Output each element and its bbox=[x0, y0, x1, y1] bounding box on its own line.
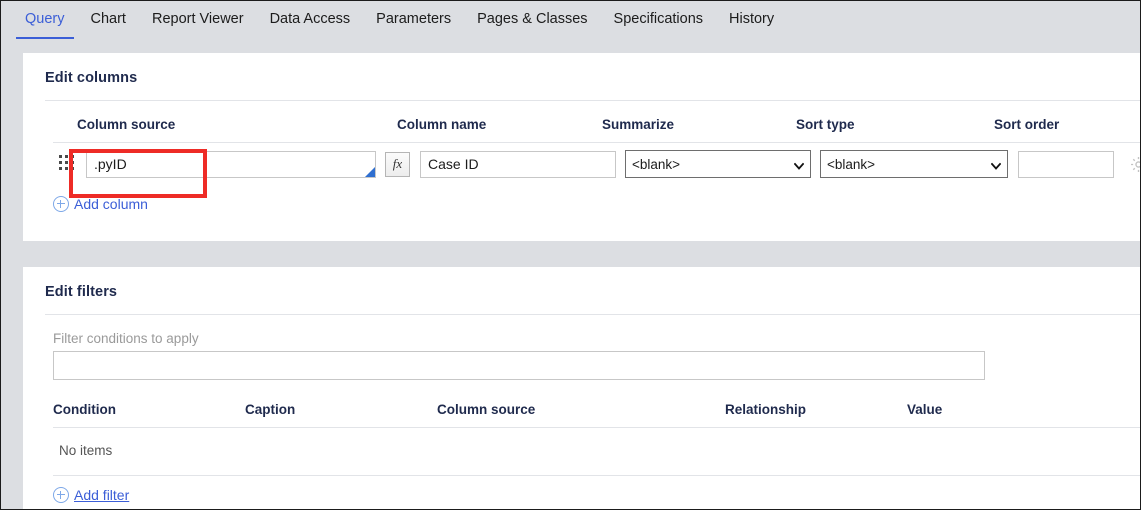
add-filter-button[interactable]: Add filter bbox=[53, 487, 129, 503]
summarize-select[interactable]: <blank> bbox=[625, 150, 811, 178]
tab-history[interactable]: History bbox=[716, 1, 787, 39]
header-column-name: Column name bbox=[397, 117, 487, 132]
column-source-field-wrapper bbox=[86, 150, 376, 178]
header-filter-column-source: Column source bbox=[437, 402, 536, 417]
sort-order-input[interactable] bbox=[1018, 150, 1114, 178]
column-row: fx <blank> <blank> bbox=[23, 143, 1140, 185]
filter-conditions-label: Filter conditions to apply bbox=[53, 331, 199, 346]
edit-columns-title: Edit columns bbox=[45, 70, 138, 86]
header-relationship: Relationship bbox=[725, 402, 807, 417]
header-sort-order: Sort order bbox=[994, 117, 1060, 132]
header-column-source: Column source bbox=[77, 117, 176, 132]
tab-history-label: History bbox=[729, 11, 775, 27]
drag-dots-icon[interactable] bbox=[59, 155, 77, 173]
header-condition: Condition bbox=[53, 402, 116, 417]
application-window: Query Chart Report Viewer Data Access Pa… bbox=[0, 0, 1141, 510]
edit-columns-title-divider bbox=[45, 100, 1140, 101]
tab-chart-label: Chart bbox=[90, 11, 126, 27]
circle-plus-icon bbox=[53, 196, 69, 212]
tab-query-label: Query bbox=[25, 11, 65, 27]
tab-query[interactable]: Query bbox=[12, 1, 78, 39]
filter-conditions-input[interactable] bbox=[53, 351, 985, 380]
tab-report-viewer-label: Report Viewer bbox=[151, 11, 244, 27]
fx-button-label: fx bbox=[392, 156, 403, 171]
header-value: Value bbox=[907, 402, 943, 417]
summarize-select-wrapper: <blank> bbox=[625, 150, 811, 178]
circle-plus-icon bbox=[53, 487, 69, 503]
header-caption: Caption bbox=[245, 402, 296, 417]
column-name-input[interactable] bbox=[420, 150, 616, 178]
edit-columns-panel: Edit columns Column source Column name S… bbox=[23, 53, 1140, 241]
tab-specifications[interactable]: Specifications bbox=[601, 1, 716, 39]
column-source-input[interactable] bbox=[86, 150, 376, 178]
add-column-label: Add column bbox=[74, 196, 148, 212]
sort-type-select[interactable]: <blank> bbox=[820, 150, 1008, 178]
edit-columns-header-row: Column source Column name Summarize Sort… bbox=[23, 117, 1140, 132]
edit-filters-panel: Edit filters Filter conditions to apply … bbox=[23, 267, 1140, 509]
filters-empty-message: No items bbox=[59, 443, 113, 458]
tab-pages-and-classes-label: Pages & Classes bbox=[477, 11, 588, 27]
tab-data-access-label: Data Access bbox=[269, 11, 351, 27]
gear-icon[interactable] bbox=[1126, 152, 1140, 176]
formula-fx-button[interactable]: fx bbox=[385, 151, 410, 177]
tab-data-access[interactable]: Data Access bbox=[257, 1, 364, 39]
filters-header-row: Condition Caption Column source Relation… bbox=[23, 402, 1140, 417]
tab-report-viewer[interactable]: Report Viewer bbox=[139, 1, 257, 39]
add-column-button[interactable]: Add column bbox=[53, 196, 148, 212]
tab-specifications-label: Specifications bbox=[613, 11, 704, 27]
tab-parameters[interactable]: Parameters bbox=[363, 1, 464, 39]
edit-filters-title: Edit filters bbox=[45, 284, 118, 300]
tab-chart[interactable]: Chart bbox=[78, 1, 139, 39]
add-filter-label: Add filter bbox=[74, 487, 130, 503]
sort-type-select-wrapper: <blank> bbox=[820, 150, 1008, 178]
tab-parameters-label: Parameters bbox=[376, 11, 452, 27]
header-summarize: Summarize bbox=[602, 117, 675, 132]
header-sort-type: Sort type bbox=[796, 117, 855, 132]
filters-bottom-divider bbox=[53, 475, 1140, 476]
tab-pages-and-classes[interactable]: Pages & Classes bbox=[464, 1, 600, 39]
main-tab-bar: Query Chart Report Viewer Data Access Pa… bbox=[2, 1, 1140, 41]
